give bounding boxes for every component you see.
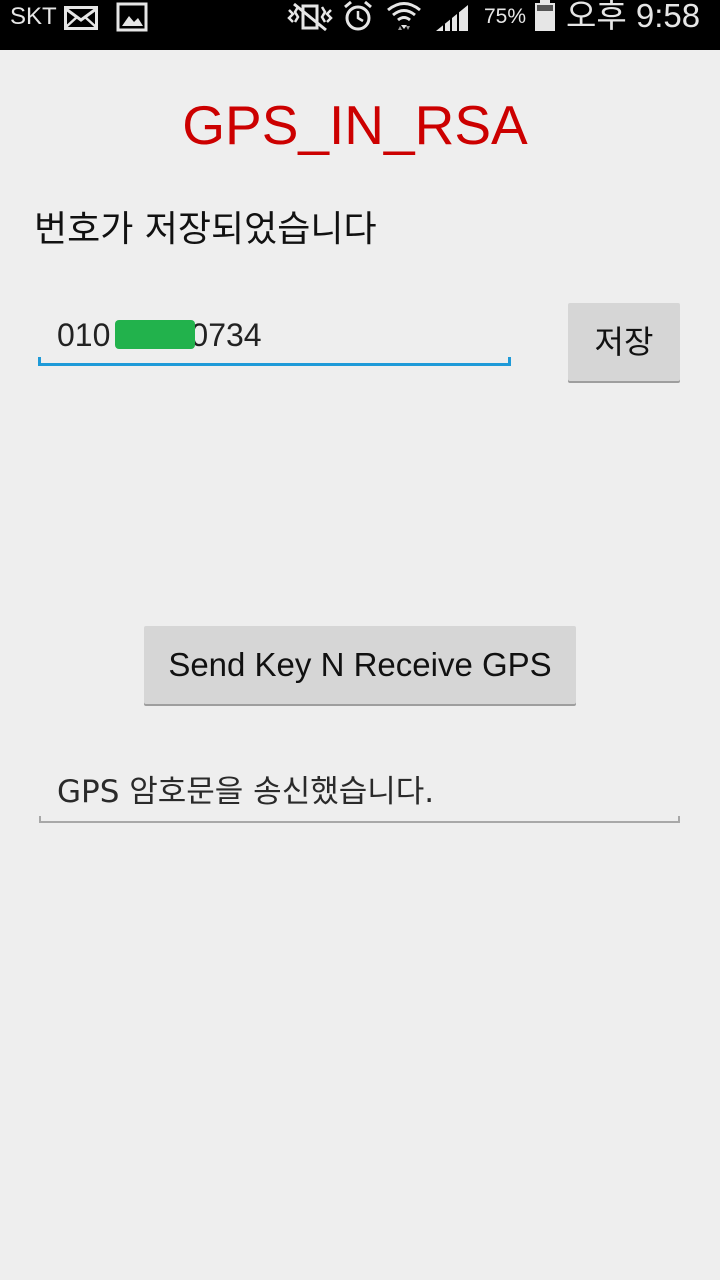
vibrate-mute-icon: [287, 2, 333, 32]
wifi-icon: [387, 2, 421, 30]
send-key-receive-gps-button[interactable]: Send Key N Receive GPS: [144, 626, 576, 704]
status-bar: SKT 75% 오후 9:58: [0, 0, 720, 50]
clock: 오후 9:58: [566, 0, 701, 34]
signal-icon: [436, 5, 468, 31]
gallery-icon: [116, 2, 148, 32]
phone-number-suffix: 0734: [190, 317, 262, 353]
alarm-icon: [344, 0, 372, 31]
phone-number-field[interactable]: 010 0734: [38, 308, 511, 366]
app-title: GPS_IN_RSA: [182, 94, 528, 156]
carrier-label: SKT: [10, 3, 57, 30]
battery-percent: 75%: [484, 5, 527, 28]
battery-icon: [535, 0, 555, 31]
mail-icon: [64, 6, 98, 30]
phone-number-prefix: 010: [57, 317, 111, 353]
result-field[interactable]: GPS 암호문을 송신했습니다.: [39, 764, 680, 823]
field-underline: [38, 357, 511, 366]
field-underline: [39, 816, 680, 823]
save-status-message: 번호가 저장되었습니다: [34, 209, 377, 250]
redaction-mark: [115, 320, 195, 349]
result-text: GPS 암호문을 송신했습니다.: [57, 774, 435, 810]
save-button[interactable]: 저장: [568, 303, 680, 381]
